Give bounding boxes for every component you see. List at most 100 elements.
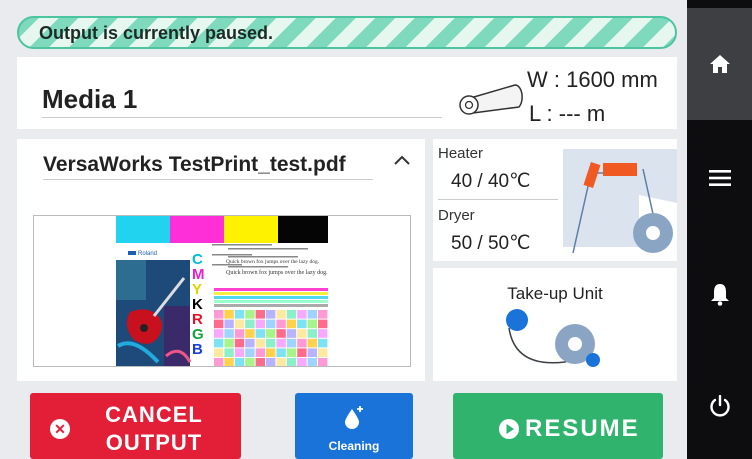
- preview-gradient-bars: [214, 288, 328, 307]
- preview-swatch: [245, 358, 255, 366]
- preview-swatch: [276, 310, 286, 319]
- status-message: Output is currently paused.: [39, 23, 274, 43]
- cancel-label-line2: OUTPUT: [105, 430, 203, 455]
- cleaning-label: Cleaning: [328, 439, 380, 453]
- preview-sample-text-2: Quick brown fox jumps over the lazy dog.: [226, 269, 328, 276]
- menu-icon: [708, 170, 731, 186]
- bell-icon: [710, 284, 729, 306]
- preview-swatch: [245, 329, 255, 338]
- takeup-label: Take-up Unit: [507, 284, 603, 303]
- status-bar: Output is currently paused.: [17, 16, 677, 49]
- preview-swatch: [234, 310, 245, 319]
- preview-swatch: [255, 310, 265, 319]
- preview-swatch: [224, 338, 234, 348]
- resume-label: RESUME: [525, 415, 640, 442]
- dryer-label: Dryer: [438, 207, 475, 224]
- preview-swatch: [266, 338, 276, 348]
- preview-swatch: [224, 329, 234, 338]
- cleaning-drop-icon: [345, 406, 363, 429]
- preview-brand: Roland: [138, 251, 157, 257]
- preview-swatch: [266, 319, 276, 329]
- preview-swatch: [276, 358, 286, 366]
- preview-swatch: [307, 348, 317, 357]
- preview-guitar-photo: [116, 260, 192, 366]
- preview-swatch: [276, 329, 286, 338]
- takeup-panel[interactable]: Take-up Unit: [433, 268, 677, 381]
- preview-swatch: [214, 358, 224, 366]
- job-panel: VersaWorks TestPrint_test.pdf Roland C M…: [17, 139, 425, 381]
- preview-swatch: [224, 310, 234, 319]
- media-width: W : 1600 mm: [527, 67, 658, 92]
- preview-bar-magenta: [170, 216, 224, 243]
- preview-swatch: [214, 310, 224, 319]
- preview-swatch: [234, 319, 245, 329]
- preview-swatch: [245, 348, 255, 357]
- preview-swatch: [276, 348, 286, 357]
- preview-swatch: [214, 338, 224, 348]
- play-icon: [499, 419, 519, 439]
- preview-swatch: [255, 348, 265, 357]
- heater-value: 40 / 40℃: [451, 171, 531, 192]
- job-file-name: VersaWorks TestPrint_test.pdf: [43, 153, 346, 176]
- preview-swatch: [297, 358, 307, 366]
- preview-swatch: [286, 329, 297, 338]
- nav-menu[interactable]: [687, 146, 752, 210]
- preview-swatch: [318, 329, 328, 338]
- resume-button[interactable]: RESUME: [453, 393, 663, 459]
- heater-dryer-divider: [438, 199, 558, 200]
- chevron-up-icon[interactable]: [393, 153, 411, 167]
- preview-swatch: [266, 348, 276, 357]
- nav-notifications[interactable]: [687, 262, 752, 326]
- preview-swatch: [224, 358, 234, 366]
- preview-swatch: [286, 338, 297, 348]
- preview-swatch: [318, 358, 328, 366]
- media-panel[interactable]: Media 1 W : 1600 mm L : --- m: [17, 57, 677, 129]
- preview-swatch: [307, 319, 317, 329]
- nav-power[interactable]: [687, 374, 752, 438]
- preview-swatch: [234, 348, 245, 357]
- preview-swatch: [234, 329, 245, 338]
- heater-dryer-panel[interactable]: Heater 40 / 40℃ Dryer 50 / 50℃: [433, 139, 677, 261]
- preview-sample-text-1: Quick brown fox jumps over the lazy dog.: [226, 258, 320, 265]
- cancel-output-label: CANCEL OUTPUT: [94, 401, 214, 457]
- preview-swatch: [255, 358, 265, 366]
- preview-swatch: [297, 310, 307, 319]
- preview-swatch: [255, 329, 265, 338]
- preview-swatch: [214, 319, 224, 329]
- preview-swatch: [286, 319, 297, 329]
- cancel-icon: ✕: [50, 419, 70, 439]
- preview-swatch: [245, 338, 255, 348]
- printer-heater-graphic: [563, 149, 677, 254]
- preview-swatch: [318, 319, 328, 329]
- media-name-underline: [42, 117, 442, 118]
- preview-swatch: [307, 358, 317, 366]
- preview-swatch: [214, 348, 224, 357]
- preview-swatch: [214, 329, 224, 338]
- preview-bar-yellow: [224, 216, 278, 243]
- preview-swatch: [245, 319, 255, 329]
- side-navigation-rail: [687, 0, 752, 459]
- cancel-label-line1: CANCEL: [105, 402, 203, 427]
- preview-letter-b: B: [192, 341, 203, 358]
- preview-swatch: [286, 348, 297, 357]
- preview-swatch: [297, 319, 307, 329]
- preview-swatch: [286, 358, 297, 366]
- preview-swatch: [266, 329, 276, 338]
- cleaning-button[interactable]: Cleaning: [295, 393, 413, 459]
- nav-home[interactable]: [687, 8, 752, 120]
- cancel-output-button[interactable]: ✕ CANCEL OUTPUT: [30, 393, 241, 459]
- preview-swatch: [297, 348, 307, 357]
- preview-swatch: [318, 338, 328, 348]
- preview-swatch: [307, 329, 317, 338]
- preview-swatch: [307, 310, 317, 319]
- preview-swatch: [224, 348, 234, 357]
- print-preview-image: Roland C M Y K R G B Quick brown fox jum…: [116, 216, 328, 366]
- preview-swatch: [266, 310, 276, 319]
- preview-swatch: [245, 310, 255, 319]
- preview-swatch: [255, 338, 265, 348]
- preview-swatch: [255, 319, 265, 329]
- preview-bar-black: [278, 216, 328, 243]
- heater-label: Heater: [438, 145, 484, 162]
- preview-swatch: [318, 310, 328, 319]
- preview-swatch: [276, 338, 286, 348]
